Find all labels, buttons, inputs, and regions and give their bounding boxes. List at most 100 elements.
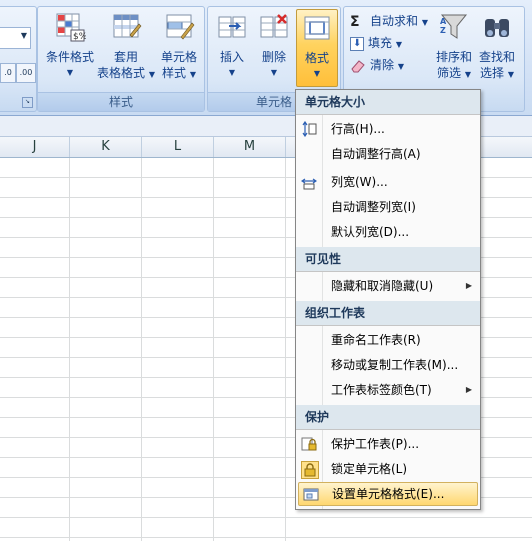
menu-item-default-width[interactable]: 默认列宽(D)... bbox=[296, 220, 480, 244]
menu-item-label: 工作表标签颜色(T) bbox=[331, 383, 432, 397]
format-label: 格式 bbox=[304, 51, 329, 65]
menu-section-cell-size: 单元格大小 bbox=[296, 90, 480, 115]
find-select-label-2-row: 选择 ▼ bbox=[476, 65, 518, 83]
chevron-down-icon: ▼ bbox=[397, 62, 404, 71]
menu-item-rename-sheet[interactable]: 重命名工作表(R) bbox=[296, 328, 480, 352]
lock-icon bbox=[301, 461, 319, 479]
column-header-m[interactable]: M bbox=[214, 137, 286, 157]
column-width-icon bbox=[301, 178, 317, 190]
menu-item-move-copy-sheet[interactable]: 移动或复制工作表(M)... bbox=[296, 353, 480, 377]
insert-label: 插入 bbox=[219, 50, 244, 64]
submenu-arrow-icon: ▶ bbox=[465, 385, 472, 394]
format-cells-icon bbox=[303, 488, 319, 501]
menu-item-hide-unhide[interactable]: 隐藏和取消隐藏(U) ▶ bbox=[296, 274, 480, 298]
format-dropdown-menu: 单元格大小 行高(H)... 自动调整行高(A) 列宽(W)... 自动调整列宽… bbox=[295, 89, 481, 510]
format-cells-icon bbox=[304, 16, 330, 40]
eraser-icon bbox=[350, 58, 366, 74]
chevron-down-icon: ▼ bbox=[395, 40, 402, 49]
menu-item-label: 隐藏和取消隐藏(U) bbox=[331, 279, 434, 293]
find-select-button[interactable]: 查找和 选择 ▼ bbox=[476, 11, 518, 83]
menu-section-visibility: 可见性 bbox=[296, 247, 480, 272]
menu-item-label: 默认列宽(D)... bbox=[331, 225, 410, 239]
clear-button[interactable]: 清除 ▼ bbox=[350, 55, 404, 75]
insert-button[interactable]: 插入 ▼ bbox=[212, 11, 252, 81]
find-select-label-2: 选择 bbox=[480, 66, 505, 80]
menu-section-organize-sheets: 组织工作表 bbox=[296, 301, 480, 326]
menu-item-label: 行高(H)... bbox=[331, 122, 385, 136]
format-button[interactable]: 格式 ▼ bbox=[296, 9, 338, 87]
format-as-table-label-text: 表格格式 bbox=[97, 66, 146, 80]
increase-decimal-button[interactable]: .0 bbox=[0, 63, 16, 83]
autosum-label: 自动求和 bbox=[370, 14, 419, 28]
cell-styles-label-text: 样式 bbox=[162, 66, 187, 80]
conditional-format-button[interactable]: $% 条件格式 ▼ bbox=[42, 11, 98, 81]
cell-styles-button[interactable]: 单元格 样式 ▼ bbox=[154, 11, 204, 83]
autosum-button[interactable]: Σ 自动求和 ▼ bbox=[350, 11, 428, 31]
sort-filter-button[interactable]: A Z 排序和 筛选 ▼ bbox=[434, 11, 474, 83]
menu-item-label: 列宽(W)... bbox=[331, 175, 388, 189]
svg-text:$%: $% bbox=[73, 32, 86, 42]
menu-item-row-height[interactable]: 行高(H)... bbox=[296, 117, 480, 141]
svg-text:A: A bbox=[440, 17, 447, 26]
chevron-down-icon: ▼ bbox=[464, 70, 471, 79]
menu-item-protect-sheet[interactable]: 保护工作表(P)... bbox=[296, 432, 480, 456]
column-header-l[interactable]: L bbox=[142, 137, 214, 157]
fill-button[interactable]: ⬇ 填充 ▼ bbox=[350, 33, 402, 53]
format-as-table-label-1: 套用 bbox=[113, 50, 138, 64]
chevron-down-icon: ▼ bbox=[507, 70, 514, 79]
find-select-label-1: 查找和 bbox=[478, 50, 515, 64]
protect-sheet-icon bbox=[301, 437, 317, 451]
menu-section-protection: 保护 bbox=[296, 405, 480, 430]
sort-filter-label-1: 排序和 bbox=[435, 50, 472, 64]
fill-down-icon: ⬇ bbox=[350, 36, 364, 51]
insert-cells-icon bbox=[218, 16, 246, 38]
menu-item-label: 移动或复制工作表(M)... bbox=[331, 358, 459, 372]
chevron-down-icon: ▼ bbox=[421, 18, 428, 27]
chevron-down-icon: ▼ bbox=[313, 69, 321, 78]
binoculars-icon bbox=[485, 19, 509, 37]
number-format-dropdown[interactable]: ▼ bbox=[0, 27, 31, 49]
delete-cells-icon bbox=[260, 14, 288, 38]
conditional-format-label: 条件格式 bbox=[45, 50, 94, 64]
conditional-format-icon: $% bbox=[56, 13, 88, 42]
chevron-down-icon: ▼ bbox=[228, 68, 236, 77]
cell-styles-icon bbox=[166, 14, 195, 40]
clear-label: 清除 bbox=[370, 58, 395, 72]
column-header-j[interactable]: J bbox=[0, 137, 70, 157]
menu-item-format-cells[interactable]: 设置单元格格式(E)... bbox=[298, 482, 478, 506]
dialog-launcher-icon[interactable]: ↘ bbox=[22, 97, 33, 108]
styles-group: $% 条件格式 ▼ 套用 表格格式 ▼ 单元格 样式 ▼ 样式 bbox=[37, 6, 205, 112]
menu-item-autofit-row-height[interactable]: 自动调整行高(A) bbox=[296, 142, 480, 166]
table-format-icon bbox=[113, 14, 142, 38]
decrease-decimal-button[interactable]: .00 bbox=[16, 63, 36, 83]
menu-item-label: 自动调整列宽(I) bbox=[331, 200, 416, 214]
delete-button[interactable]: 删除 ▼ bbox=[254, 11, 294, 81]
menu-item-label: 设置单元格格式(E)... bbox=[332, 487, 445, 501]
row-height-icon bbox=[302, 121, 317, 137]
format-as-table-label-2: 表格格式 ▼ bbox=[96, 65, 156, 83]
menu-item-column-width[interactable]: 列宽(W)... bbox=[296, 170, 480, 194]
menu-item-label: 重命名工作表(R) bbox=[331, 333, 421, 347]
format-as-table-button[interactable]: 套用 表格格式 ▼ bbox=[96, 11, 156, 83]
chevron-down-icon: ▼ bbox=[270, 68, 278, 77]
fill-label: 填充 bbox=[368, 36, 393, 50]
cell-styles-label-2: 样式 ▼ bbox=[154, 65, 204, 83]
delete-label: 删除 bbox=[261, 50, 286, 64]
styles-group-label: 样式 bbox=[38, 92, 204, 111]
svg-text:Z: Z bbox=[440, 26, 446, 35]
sort-filter-label-2: 筛选 bbox=[437, 66, 462, 80]
sort-filter-label-2-row: 筛选 ▼ bbox=[434, 65, 474, 83]
menu-item-label: 自动调整行高(A) bbox=[331, 147, 421, 161]
submenu-arrow-icon: ▶ bbox=[465, 281, 472, 290]
sigma-icon: Σ bbox=[350, 13, 360, 30]
menu-item-label: 保护工作表(P)... bbox=[331, 437, 420, 451]
cell-styles-label-1: 单元格 bbox=[160, 50, 197, 64]
chevron-down-icon: ▼ bbox=[189, 70, 196, 79]
menu-item-tab-color[interactable]: 工作表标签颜色(T) ▶ bbox=[296, 378, 480, 402]
number-group: ▼ .0 .00 ↘ bbox=[0, 6, 37, 112]
column-header-k[interactable]: K bbox=[70, 137, 142, 157]
menu-item-autofit-column-width[interactable]: 自动调整列宽(I) bbox=[296, 195, 480, 219]
menu-item-lock-cell[interactable]: 锁定单元格(L) bbox=[296, 457, 480, 481]
menu-item-label: 锁定单元格(L) bbox=[331, 462, 408, 476]
chevron-down-icon: ▼ bbox=[66, 68, 74, 77]
